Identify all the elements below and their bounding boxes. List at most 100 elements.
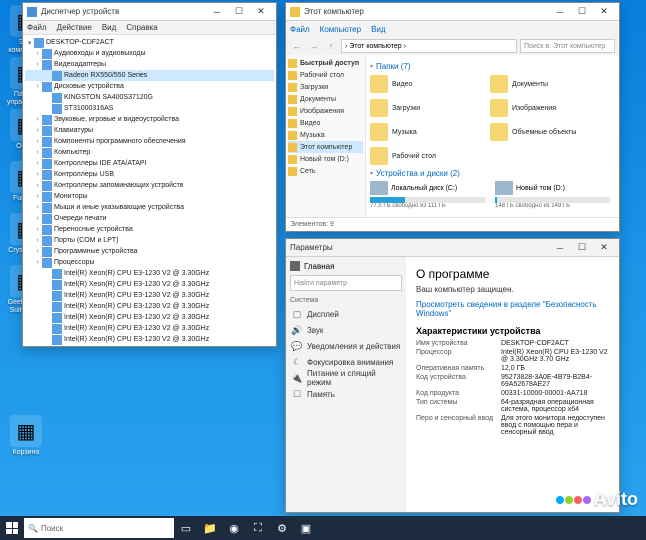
tree-node[interactable]: ›Клавиатуры — [25, 125, 274, 136]
tree-node[interactable]: ›Мыши и иные указывающие устройства — [25, 202, 274, 213]
tree-node[interactable]: ›Компоненты программного обеспечения — [25, 136, 274, 147]
close-button[interactable]: ✕ — [593, 4, 615, 20]
sidebar-item[interactable]: Документы — [288, 93, 363, 105]
close-button[interactable]: ✕ — [250, 4, 272, 20]
tree-node[interactable]: ›Мониторы — [25, 191, 274, 202]
explorer-ribbon[interactable]: Файл Компьютер Вид — [286, 21, 619, 37]
drive-item[interactable]: Локальный диск (C:)77,5 ГБ свободно из 1… — [370, 181, 485, 209]
desktop-icon[interactable]: ▦Корзина — [2, 415, 50, 457]
tree-node[interactable]: ›Контроллеры USB — [25, 169, 274, 180]
minimize-button[interactable]: ─ — [549, 4, 571, 20]
tree-node[interactable]: Intel(R) Xeon(R) CPU E3-1230 V2 @ 3.30GH… — [25, 323, 274, 334]
taskbar-search[interactable]: 🔍 Поиск — [24, 518, 174, 538]
minimize-button[interactable]: ─ — [549, 240, 571, 256]
sidebar-item[interactable]: Видео — [288, 117, 363, 129]
ribbon-tab[interactable]: Файл — [290, 25, 310, 34]
folder-item[interactable]: Объемные объекты — [490, 122, 600, 142]
nav-up-button[interactable]: ↑ — [324, 39, 338, 53]
start-button[interactable] — [0, 516, 24, 540]
dm-titlebar[interactable]: Диспетчер устройств ─ ☐ ✕ — [23, 3, 276, 21]
settings-search[interactable]: Найти параметр — [290, 275, 402, 291]
maximize-button[interactable]: ☐ — [571, 4, 593, 20]
ribbon-tab[interactable]: Компьютер — [320, 25, 361, 34]
settings-taskbar-icon[interactable]: ⚙ — [270, 516, 294, 540]
folder-item[interactable]: Музыка — [370, 122, 480, 142]
explorer-sidebar[interactable]: Быстрый доступРабочий столЗагрузкиДокуме… — [286, 55, 366, 217]
folder-item[interactable]: Документы — [490, 74, 600, 94]
store-taskbar-icon[interactable]: ⛶ — [246, 516, 270, 540]
tree-node[interactable]: ›Видеоадаптеры — [25, 59, 274, 70]
sidebar-item[interactable]: Сеть — [288, 165, 363, 177]
folder-item[interactable]: Рабочий стол — [370, 146, 480, 166]
dm-menubar[interactable]: ФайлДействиеВидСправка — [23, 21, 276, 35]
tree-node[interactable]: ›Компьютер — [25, 147, 274, 158]
sidebar-item[interactable]: Быстрый доступ — [288, 57, 363, 69]
edge-taskbar-icon[interactable]: ◉ — [222, 516, 246, 540]
explorer-main[interactable]: Папки (7) Видео Документы Загрузки Изображе… — [366, 55, 619, 217]
explorer-search[interactable]: Поиск в: Этот компьютер — [520, 39, 615, 53]
device-manager-window[interactable]: Диспетчер устройств ─ ☐ ✕ Файл Действие Ви… — [22, 2, 277, 347]
ex-titlebar[interactable]: Этот компьютер ─ ☐ ✕ — [286, 3, 619, 21]
tree-node[interactable]: ›Дисковые устройства — [25, 81, 274, 92]
settings-window[interactable]: Параметры ─ ☐ ✕ Главная Найти параметр С… — [285, 238, 620, 513]
address-path[interactable]: › Этот компьютер › — [341, 39, 517, 53]
settings-nav-item[interactable]: 💬Уведомления и действия — [290, 338, 402, 354]
tree-node[interactable]: KINGSTON SA400S37120G — [25, 92, 274, 103]
settings-home[interactable]: Главная — [290, 261, 402, 271]
sidebar-item[interactable]: Этот компьютер — [288, 141, 363, 153]
explorer-taskbar-icon[interactable]: 📁 — [198, 516, 222, 540]
folder-item[interactable]: Загрузки — [370, 98, 480, 118]
tree-node[interactable]: ›Звуковые, игровые и видеоустройства — [25, 114, 274, 125]
maximize-button[interactable]: ☐ — [571, 240, 593, 256]
settings-nav-item[interactable]: ☾Фокусировка внимания — [290, 354, 402, 370]
ribbon-tab[interactable]: Вид — [371, 25, 385, 34]
tree-node[interactable]: ›Контроллеры IDE ATA/ATAPI — [25, 158, 274, 169]
sidebar-item[interactable]: Новый том (D:) — [288, 153, 363, 165]
dm-tree[interactable]: ▾DESKTOP-CDF2ACT›Аудиовходы и аудиовыход… — [23, 35, 276, 346]
drives-section-header[interactable]: Устройства и диски (2) — [370, 169, 615, 178]
sidebar-item[interactable]: Музыка — [288, 129, 363, 141]
tree-node[interactable]: Intel(R) Xeon(R) CPU E3-1230 V2 @ 3.30GH… — [25, 312, 274, 323]
tree-node[interactable]: ST31000316AS — [25, 103, 274, 114]
tree-node[interactable]: Intel(R) Xeon(R) CPU E3-1230 V2 @ 3.30GH… — [25, 301, 274, 312]
close-button[interactable]: ✕ — [593, 240, 615, 256]
tree-node[interactable]: Intel(R) Xeon(R) CPU E3-1230 V2 @ 3.30GH… — [25, 334, 274, 345]
settings-nav-item[interactable]: ▢Дисплей — [290, 306, 402, 322]
tree-node[interactable]: Intel(R) Xeon(R) CPU E3-1230 V2 @ 3.30GH… — [25, 345, 274, 346]
explorer-window[interactable]: Этот компьютер ─ ☐ ✕ Файл Компьютер Вид ← … — [285, 2, 620, 232]
tree-node[interactable]: Radeon RX550/550 Series — [25, 70, 274, 81]
sidebar-item[interactable]: Рабочий стол — [288, 69, 363, 81]
folders-section-header[interactable]: Папки (7) — [370, 62, 615, 71]
security-link[interactable]: Просмотреть сведения в разделе "Безопасн… — [416, 300, 609, 318]
task-view-button[interactable]: ▭ — [174, 516, 198, 540]
minimize-button[interactable]: ─ — [206, 4, 228, 20]
tree-root[interactable]: ▾DESKTOP-CDF2ACT — [25, 37, 274, 48]
tree-node[interactable]: Intel(R) Xeon(R) CPU E3-1230 V2 @ 3.30GH… — [25, 290, 274, 301]
st-titlebar[interactable]: Параметры ─ ☐ ✕ — [286, 239, 619, 257]
settings-sidebar[interactable]: Главная Найти параметр Система ▢Дисплей🔊… — [286, 257, 406, 512]
tree-node[interactable]: Intel(R) Xeon(R) CPU E3-1230 V2 @ 3.30GH… — [25, 279, 274, 290]
tree-node[interactable]: ›Порты (COM и LPT) — [25, 235, 274, 246]
tree-node[interactable]: ›Очереди печати — [25, 213, 274, 224]
explorer-addressbar[interactable]: ← → ↑ › Этот компьютер › Поиск в: Этот к… — [286, 37, 619, 55]
menu-item[interactable]: Файл — [27, 23, 47, 32]
nav-back-button[interactable]: ← — [290, 39, 304, 53]
settings-nav-item[interactable]: 🔌Питание и спящий режим — [290, 370, 402, 386]
drive-item[interactable]: Новый том (D:)148 ГБ свободно из 149 ГБ — [495, 181, 610, 209]
maximize-button[interactable]: ☐ — [228, 4, 250, 20]
tree-node[interactable]: Intel(R) Xeon(R) CPU E3-1230 V2 @ 3.30GH… — [25, 268, 274, 279]
settings-nav-item[interactable]: 🔊Звук — [290, 322, 402, 338]
sidebar-item[interactable]: Загрузки — [288, 81, 363, 93]
menu-item[interactable]: Вид — [102, 23, 116, 32]
settings-nav-item[interactable]: ☐Память — [290, 386, 402, 402]
nav-forward-button[interactable]: → — [307, 39, 321, 53]
menu-item[interactable]: Действие — [57, 23, 92, 32]
tree-node[interactable]: ›Переносные устройства — [25, 224, 274, 235]
devmgr-taskbar-icon[interactable]: ▣ — [294, 516, 318, 540]
taskbar[interactable]: 🔍 Поиск ▭ 📁 ◉ ⛶ ⚙ ▣ — [0, 516, 646, 540]
tree-node[interactable]: ›Процессоры — [25, 257, 274, 268]
folder-item[interactable]: Изображения — [490, 98, 600, 118]
tree-node[interactable]: ›Контроллеры запоминающих устройств — [25, 180, 274, 191]
folder-item[interactable]: Видео — [370, 74, 480, 94]
tree-node[interactable]: ›Аудиовходы и аудиовыходы — [25, 48, 274, 59]
